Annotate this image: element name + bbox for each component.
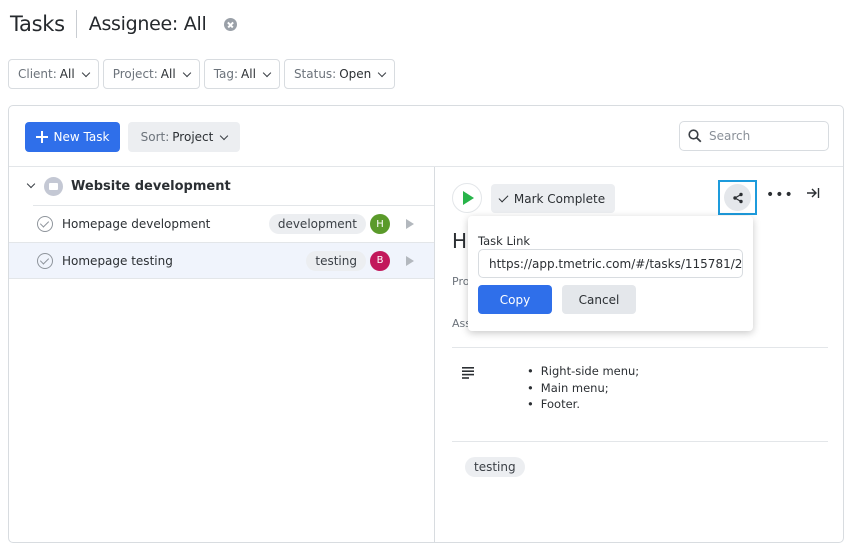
task-name: Homepage development [62,217,211,231]
chevron-down-icon [182,68,191,77]
filter-tag[interactable]: Tag: All [203,59,280,89]
description-list[interactable]: Right-side menu; Main menu; Footer. [527,363,639,413]
description-icon [462,367,474,379]
checkmark-icon [498,192,509,202]
sort-dropdown[interactable]: Sort: Project [128,122,240,152]
share-link-popover: Task Link https://app.tmetric.com/#/task… [468,216,753,331]
new-task-button[interactable]: New Task [25,122,120,152]
project-group-name: Website development [71,178,231,194]
chevron-down-icon [81,68,90,77]
complete-check-icon[interactable] [37,252,53,269]
title-divider [75,10,77,38]
search-input[interactable]: Search [679,121,829,151]
share-button[interactable] [724,184,751,211]
project-group-header[interactable]: Website development [9,167,434,205]
filter-label: Project: [112,67,158,81]
tasks-toolbar: New Task Sort: Project Search [9,106,843,167]
folder-icon [44,176,63,196]
task-title[interactable]: H [452,229,467,253]
play-icon[interactable] [406,255,414,266]
chevron-down-icon[interactable] [26,179,36,189]
description-item: Right-side menu; [527,363,639,380]
avatar: B [370,250,390,271]
avatar: H [370,214,390,234]
search-icon [688,129,702,143]
collapse-panel-icon[interactable] [805,185,821,201]
divider [452,441,828,442]
more-options-icon[interactable]: ••• [766,187,794,203]
chevron-down-icon [220,131,229,140]
task-tag: development [268,214,366,234]
task-tag: testing [306,250,366,271]
filter-value: Open [339,67,372,81]
complete-check-icon[interactable] [37,216,53,232]
copy-button[interactable]: Copy [478,285,552,314]
task-row[interactable]: Homepage development development H [33,205,434,242]
play-icon [463,191,474,205]
description-item: Footer. [527,396,639,413]
search-placeholder: Search [709,129,751,143]
plus-icon [35,131,48,143]
task-list: Website development Homepage development… [9,167,435,543]
filter-client[interactable]: Client: All [8,59,99,89]
filter-status[interactable]: Status: Open [283,59,396,89]
page-title: Tasks [10,12,65,36]
task-tag[interactable]: testing [465,457,525,477]
filter-value: All [160,67,176,81]
page-header: Tasks Assignee: All [10,8,238,40]
cancel-button[interactable]: Cancel [562,285,636,314]
task-name: Homepage testing [62,253,173,268]
description-item: Main menu; [527,380,639,397]
filter-label: Client: [18,67,57,81]
mark-complete-label: Mark Complete [513,191,606,206]
filter-label: Tag: [213,67,239,81]
sort-value: Project [172,130,214,144]
sort-label: Sort: [140,130,170,144]
task-link-input[interactable]: https://app.tmetric.com/#/tasks/115781/2… [478,249,743,278]
chevron-down-icon [262,68,272,77]
task-link-label: Task Link [478,234,531,248]
new-task-label: New Task [53,130,110,144]
filter-project[interactable]: Project: All [102,59,200,89]
share-icon [732,192,743,203]
task-row-selected[interactable]: Homepage testing testing B [9,242,434,279]
filter-label: Status: [293,67,337,81]
project-label: Pro [452,275,470,288]
clear-assignee-icon[interactable] [224,17,238,31]
start-timer-button[interactable] [452,183,482,213]
divider [452,347,828,348]
filter-value: All [59,67,75,81]
play-icon[interactable] [406,219,414,229]
assignee-filter-label: Assignee: All [88,13,207,35]
chevron-down-icon [378,68,387,77]
filter-bar: Client: All Project: All Tag: All Status: Op… [8,59,396,89]
share-button-focus[interactable] [718,180,757,215]
filter-value: All [241,67,256,81]
mark-complete-button[interactable]: Mark Complete [491,184,615,213]
